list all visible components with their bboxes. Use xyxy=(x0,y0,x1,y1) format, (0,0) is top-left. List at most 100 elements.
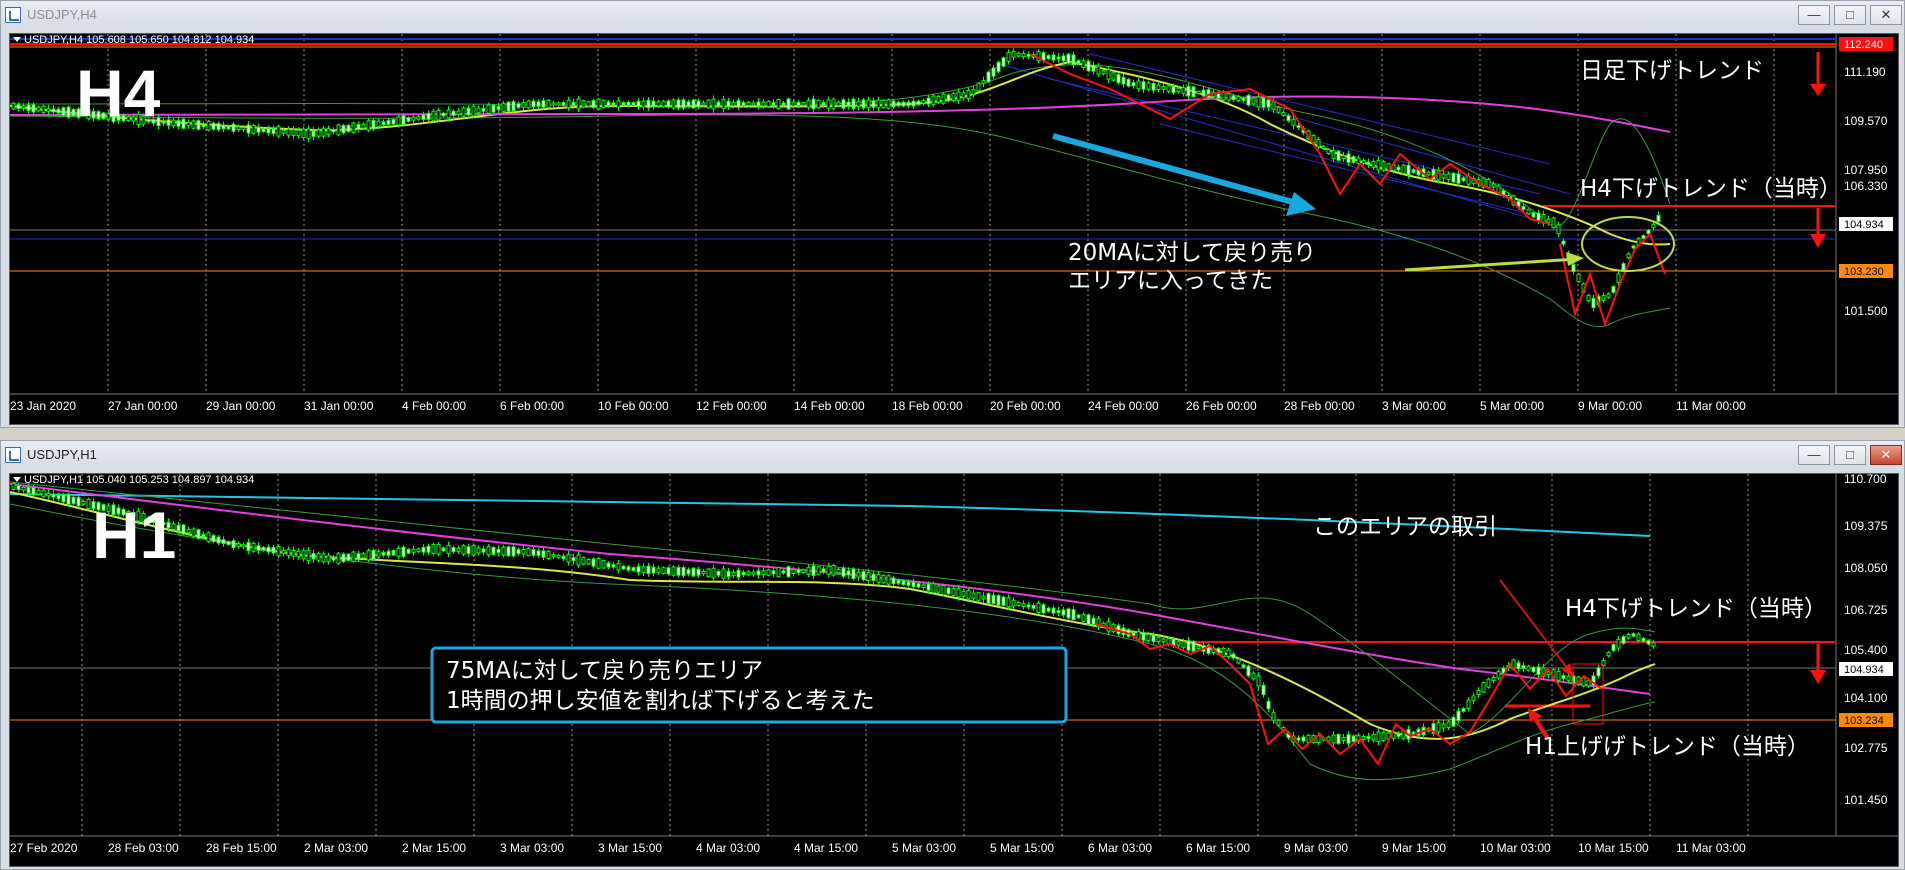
close-button[interactable]: ✕ xyxy=(1870,445,1902,465)
candle-body xyxy=(446,109,451,119)
candle-body xyxy=(491,104,496,113)
candle-body xyxy=(721,568,726,579)
chart-canvas-h1[interactable]: 75MAに対して戻り売りエリア 1時間の押し安値を割れば下げると考えた USDJ… xyxy=(10,474,1898,866)
candle-body xyxy=(1181,641,1186,648)
candle-body xyxy=(246,124,251,134)
candle-body xyxy=(781,102,786,106)
candle-body xyxy=(31,104,36,113)
candle-body xyxy=(1341,737,1346,741)
price-tag-current: 104.934 xyxy=(1844,219,1884,231)
price-tick: 104.100 xyxy=(1844,691,1888,705)
candle-body xyxy=(71,108,76,117)
candle-body xyxy=(376,120,381,128)
candle-body xyxy=(411,548,416,553)
candle-body xyxy=(1341,155,1346,159)
candle-body xyxy=(451,547,456,553)
candle-body xyxy=(1226,649,1231,658)
candle-body xyxy=(1441,723,1446,729)
time-tick: 2 Mar 15:00 xyxy=(402,841,466,855)
candle-body xyxy=(1281,112,1286,116)
candle-body xyxy=(606,562,611,568)
chart-window-h4[interactable]: USDJPY,H4 — □ ✕ USDJPY,H4 105.608 105.65… xyxy=(0,0,1905,428)
candle-body xyxy=(591,558,596,567)
time-tick: 11 Mar 00:00 xyxy=(1676,399,1746,413)
window-titlebar[interactable]: USDJPY,H1 — □ ✕ xyxy=(1,441,1904,469)
candle-body xyxy=(1561,674,1566,680)
candle-body xyxy=(1606,293,1611,298)
candle-body xyxy=(216,536,221,544)
price-chart-h1[interactable]: 75MAに対して戻り売りエリア 1時間の押し安値を割れば下げると考えた USDJ… xyxy=(9,473,1899,867)
candle-body xyxy=(1571,263,1576,273)
candle-body xyxy=(241,127,246,131)
wave-zigzag-h4-recent xyxy=(1559,232,1666,328)
candle-body xyxy=(386,550,391,556)
chart-canvas-h4[interactable]: USDJPY,H4 105.608 105.650 104.812 104.93… xyxy=(10,34,1898,424)
candle-body xyxy=(441,547,446,552)
candle-body xyxy=(1076,614,1081,619)
chart-window-h1[interactable]: USDJPY,H1 — □ ✕ 75MAに対して戻り売りエリア 1時間の押し安値… xyxy=(0,440,1905,870)
candle-body xyxy=(731,571,736,577)
candle-body xyxy=(186,528,191,534)
time-tick: 10 Mar 15:00 xyxy=(1578,841,1649,855)
window-titlebar[interactable]: USDJPY,H4 — □ ✕ xyxy=(1,1,1904,29)
area-pointer-arrow xyxy=(1499,579,1571,673)
candle-body xyxy=(1141,632,1146,641)
candle-body xyxy=(821,568,826,573)
candle-body xyxy=(921,584,926,589)
candle-body xyxy=(1376,731,1381,742)
candle-body xyxy=(751,571,756,575)
candle-body xyxy=(476,547,481,554)
candle-body xyxy=(791,569,796,574)
candle-body xyxy=(571,101,576,107)
info-collapse-icon[interactable] xyxy=(13,477,21,482)
candle-body xyxy=(1181,87,1186,94)
minimize-button[interactable]: — xyxy=(1798,5,1830,25)
price-tick: 109.375 xyxy=(1844,519,1888,533)
candle-body xyxy=(256,126,261,133)
time-tick: 3 Mar 03:00 xyxy=(500,841,564,855)
candle-body xyxy=(201,123,206,128)
close-button[interactable]: ✕ xyxy=(1870,5,1902,25)
candle-body xyxy=(1481,682,1486,693)
window-title: USDJPY,H1 xyxy=(27,447,97,462)
candle-body xyxy=(1061,609,1066,616)
candle-body xyxy=(1261,684,1266,696)
candle-body xyxy=(871,573,876,582)
candle-body xyxy=(906,101,911,107)
candle-body xyxy=(1191,641,1196,652)
candle-body xyxy=(196,529,201,539)
maximize-button[interactable]: □ xyxy=(1834,445,1866,465)
minimize-button[interactable]: — xyxy=(1798,445,1830,465)
candle-body xyxy=(186,122,191,127)
candle-body xyxy=(1296,737,1301,741)
candle-body xyxy=(346,553,351,561)
maximize-button[interactable]: □ xyxy=(1834,5,1866,25)
time-tick: 14 Feb 00:00 xyxy=(794,399,865,413)
candle-body xyxy=(1611,644,1616,651)
candle-body xyxy=(251,542,256,552)
candle-body xyxy=(491,546,496,555)
time-tick: 5 Mar 03:00 xyxy=(892,841,956,855)
candle-body xyxy=(1521,206,1526,210)
candle-body xyxy=(421,546,426,553)
time-tick: 29 Jan 00:00 xyxy=(206,399,276,413)
price-chart-h4[interactable]: USDJPY,H4 105.608 105.650 104.812 104.93… xyxy=(9,33,1899,425)
candle-body xyxy=(526,100,531,109)
candle-body xyxy=(171,119,176,127)
candle-body xyxy=(966,590,971,600)
candle-body xyxy=(1296,124,1301,129)
candle-body xyxy=(551,554,556,558)
candle-body xyxy=(206,120,211,131)
down-arrow-icon xyxy=(1810,208,1826,248)
candle-body xyxy=(596,98,601,110)
candle-body xyxy=(1556,224,1561,235)
candle-body xyxy=(416,116,421,120)
candle-body xyxy=(831,564,836,576)
candle-body xyxy=(1031,604,1036,609)
candle-body xyxy=(1556,670,1561,681)
candle-body xyxy=(1491,183,1496,188)
candle-body xyxy=(466,546,471,554)
candle-body xyxy=(1426,171,1431,176)
candle-body xyxy=(666,100,671,108)
candle-body xyxy=(1266,700,1271,710)
